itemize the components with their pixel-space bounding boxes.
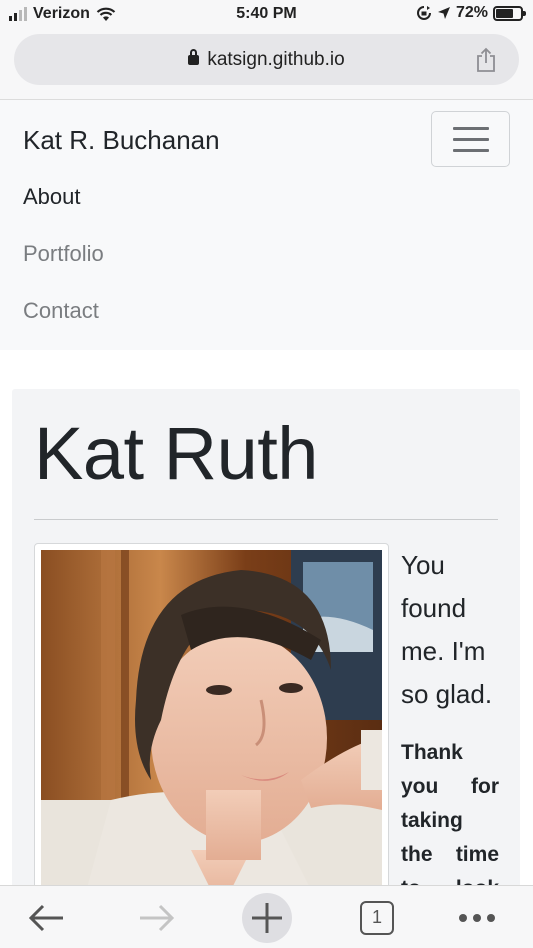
nav-link-about[interactable]: About xyxy=(23,184,81,210)
battery-icon xyxy=(493,5,526,21)
lock-icon xyxy=(188,49,200,65)
new-tab-button[interactable] xyxy=(240,886,294,948)
nav-link-portfolio[interactable]: Portfolio xyxy=(23,241,104,267)
divider xyxy=(34,519,498,520)
tab-count: 1 xyxy=(371,907,382,927)
browser-toolbar: 1 xyxy=(0,885,533,948)
hamburger-icon xyxy=(453,127,489,130)
battery-fill xyxy=(496,8,513,18)
more-icon xyxy=(459,913,495,922)
portrait-illustration xyxy=(41,550,382,910)
forward-arrow-icon xyxy=(140,904,175,931)
status-bar: Verizon 5:40 PM 72% xyxy=(0,0,533,30)
battery-percent: 72% xyxy=(455,4,488,21)
hero-body-text: Thank you for taking the time to look xyxy=(401,741,499,900)
hero-lead-text: You found me. I'm so glad. xyxy=(401,550,493,709)
orientation-lock-icon xyxy=(417,6,431,20)
navbar-brand[interactable]: Kat R. Buchanan xyxy=(23,125,220,156)
url-text: katsign.github.io xyxy=(207,49,345,70)
hamburger-icon-line xyxy=(453,149,489,152)
back-button[interactable] xyxy=(20,886,72,948)
location-icon xyxy=(437,7,450,19)
profile-photo xyxy=(41,550,382,910)
tabs-icon: 1 xyxy=(360,900,394,935)
new-tab-plus-icon xyxy=(242,892,292,943)
navbar-toggler-button[interactable] xyxy=(431,111,510,167)
share-icon[interactable] xyxy=(475,47,497,73)
tabs-button[interactable]: 1 xyxy=(355,886,399,948)
back-arrow-icon xyxy=(28,904,63,931)
profile-photo-frame xyxy=(34,543,389,923)
hamburger-icon-line xyxy=(453,138,489,141)
site-navbar: Kat R. Buchanan About Portfolio Contact xyxy=(0,100,533,350)
address-bar[interactable]: katsign.github.io xyxy=(14,34,519,85)
browser-address-area: katsign.github.io xyxy=(0,30,533,100)
status-right: 72% xyxy=(416,4,526,22)
address-text-wrap: katsign.github.io xyxy=(14,49,519,71)
page-title: Kat Ruth xyxy=(34,412,318,495)
more-button[interactable] xyxy=(455,886,499,948)
jumbotron: Kat Ruth You found me. I'm so glad. Than… xyxy=(12,389,520,923)
forward-button[interactable] xyxy=(131,886,183,948)
nav-link-contact[interactable]: Contact xyxy=(23,298,99,324)
